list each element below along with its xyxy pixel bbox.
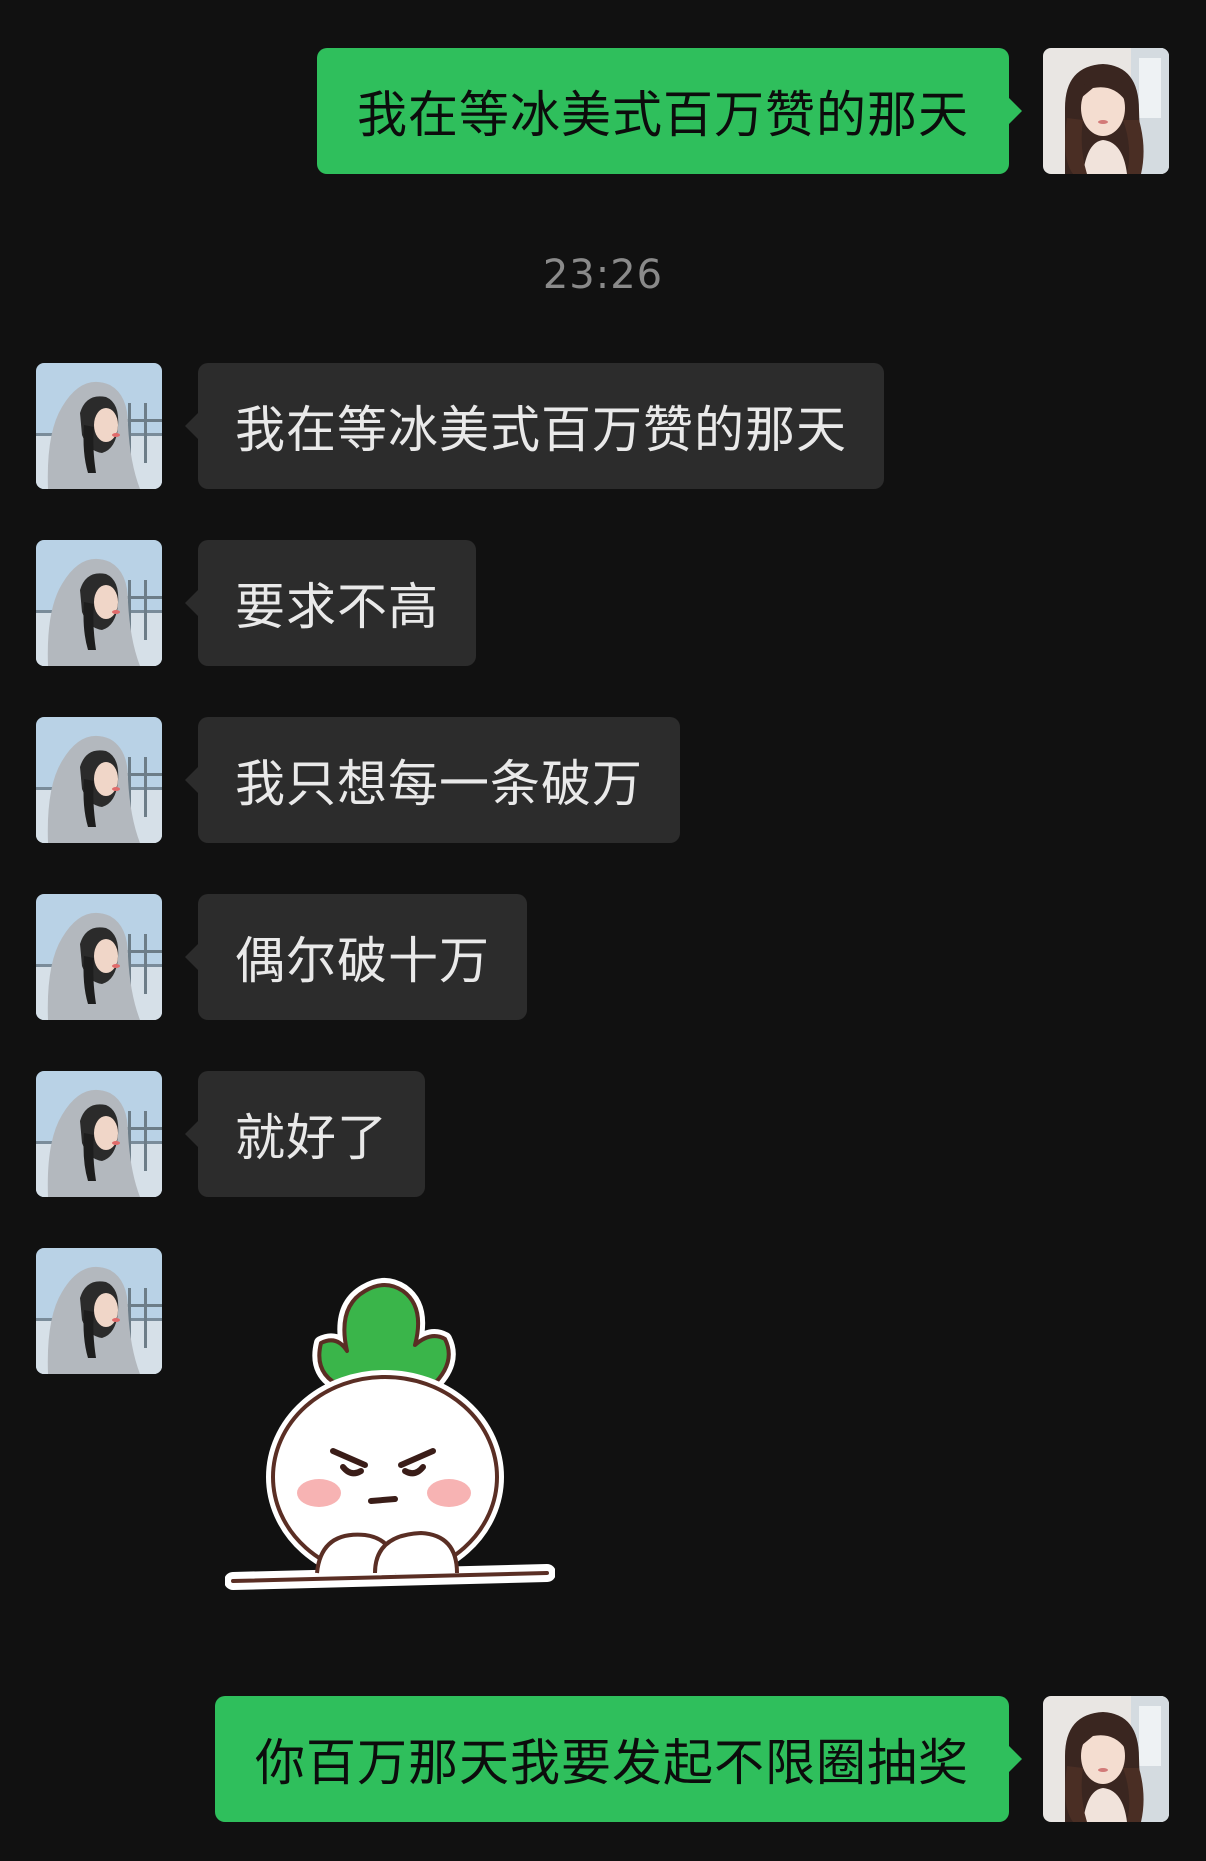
message-row-incoming: 偶尔破十万 (0, 894, 1206, 1020)
message-row-incoming: 我在等冰美式百万赞的那天 (0, 363, 1206, 489)
message-row-incoming: 就好了 (0, 1071, 1206, 1197)
friend-avatar[interactable] (36, 1071, 162, 1197)
message-row-incoming: 我只想每一条破万 (0, 717, 1206, 843)
message-row-incoming-sticker (0, 1248, 1206, 1374)
message-row-outgoing: 我在等冰美式百万赞的那天 (0, 48, 1206, 174)
message-bubble-incoming[interactable]: 我只想每一条破万 (185, 717, 680, 843)
message-text: 我只想每一条破万 (235, 755, 643, 813)
friend-avatar[interactable] (36, 363, 162, 489)
message-text: 就好了 (235, 1109, 388, 1167)
message-bubble-outgoing[interactable]: 你百万那天我要发起不限圈抽奖 (215, 1696, 1022, 1822)
message-bubble-incoming[interactable]: 我在等冰美式百万赞的那天 (185, 363, 884, 489)
friend-avatar[interactable] (36, 894, 162, 1020)
message-text: 偶尔破十万 (235, 932, 490, 990)
message-bubble-outgoing[interactable]: 我在等冰美式百万赞的那天 (317, 48, 1022, 174)
message-text: 要求不高 (235, 578, 439, 636)
friend-avatar[interactable] (36, 540, 162, 666)
friend-avatar[interactable] (36, 717, 162, 843)
radish-sticker-icon[interactable] (224, 1255, 556, 1615)
message-row-outgoing: 你百万那天我要发起不限圈抽奖 (0, 1696, 1206, 1822)
message-text: 我在等冰美式百万赞的那天 (235, 401, 847, 459)
message-text: 你百万那天我要发起不限圈抽奖 (255, 1734, 969, 1792)
friend-avatar[interactable] (36, 1248, 162, 1374)
message-bubble-incoming[interactable]: 就好了 (185, 1071, 425, 1197)
message-timestamp: 23:26 (542, 252, 664, 298)
my-avatar[interactable] (1043, 1696, 1169, 1822)
message-text: 我在等冰美式百万赞的那天 (357, 86, 969, 144)
message-bubble-incoming[interactable]: 要求不高 (185, 540, 476, 666)
message-row-incoming: 要求不高 (0, 540, 1206, 666)
my-avatar[interactable] (1043, 48, 1169, 174)
message-bubble-incoming[interactable]: 偶尔破十万 (185, 894, 527, 1020)
